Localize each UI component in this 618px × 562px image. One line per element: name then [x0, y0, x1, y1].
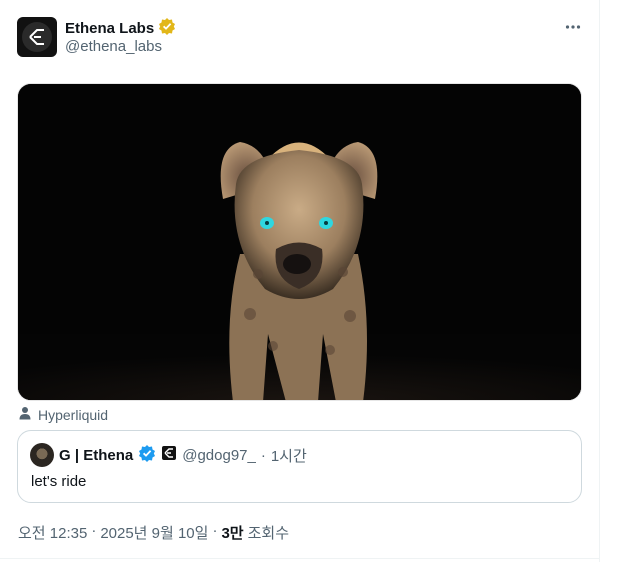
separator-dot: ·: [260, 446, 266, 464]
blue-verified-badge-icon[interactable]: [138, 444, 156, 466]
column-divider: [599, 0, 600, 562]
quoted-author-avatar[interactable]: [30, 443, 54, 467]
ethena-affiliate-icon[interactable]: [161, 445, 177, 465]
quoted-author-handle[interactable]: @gdog97_: [182, 447, 256, 464]
quoted-author-name[interactable]: G | Ethena: [59, 447, 133, 464]
person-icon: [18, 406, 32, 423]
quoted-post-text: let's ride: [31, 473, 87, 490]
quoted-post-header: G | Ethena @gdog97_ · 1시간: [30, 443, 307, 467]
separator-dot: ·: [91, 522, 97, 539]
views-count: 3만: [221, 525, 244, 542]
views-label: 조회수: [247, 525, 290, 542]
post-date[interactable]: 2025년 9월 10일: [100, 522, 208, 543]
ethena-logo-icon: [22, 22, 52, 52]
quoted-post-time[interactable]: 1시간: [271, 445, 307, 466]
community-label[interactable]: Hyperliquid: [18, 406, 108, 423]
post-media-image[interactable]: [17, 83, 582, 401]
hyena-photo: [18, 84, 581, 400]
separator-dot: ·: [212, 522, 218, 539]
author-handle[interactable]: @ethena_labs: [65, 37, 162, 57]
post-meta: 오전 12:35 · 2025년 9월 10일 · 3만 조회수: [18, 522, 289, 543]
community-label-text: Hyperliquid: [38, 406, 109, 423]
more-dots-icon: [565, 25, 581, 29]
bottom-divider: [0, 558, 599, 559]
more-options-button[interactable]: [561, 17, 585, 37]
author-avatar[interactable]: [17, 17, 57, 57]
post-time[interactable]: 오전 12:35: [18, 522, 87, 543]
quoted-post-card[interactable]: G | Ethena @gdog97_ · 1시간 let's ride: [17, 430, 582, 503]
author-display-name[interactable]: Ethena Labs: [65, 19, 154, 39]
